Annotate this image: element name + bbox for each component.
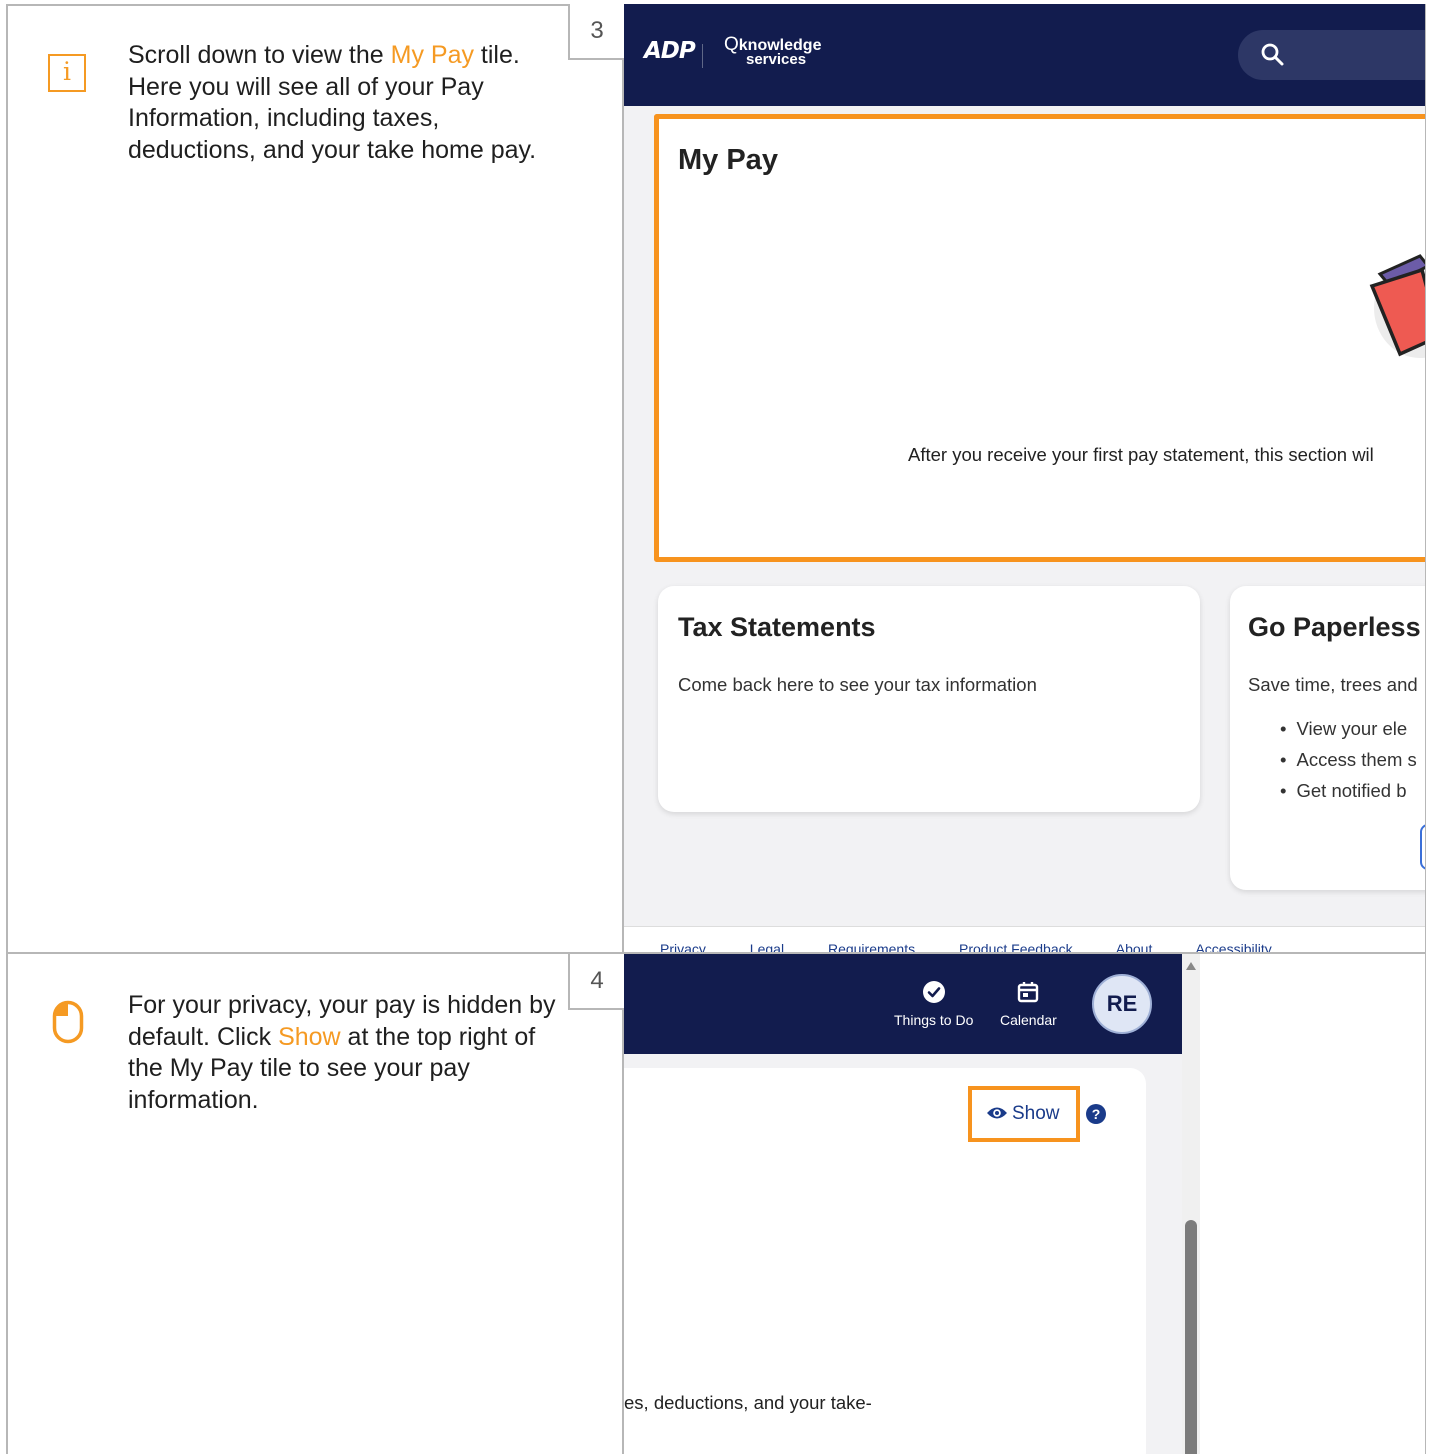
step-4-instruction: For your privacy, your pay is hidden by … [128,990,568,1116]
scrollbar-thumb[interactable] [1185,1220,1197,1454]
eye-icon [987,1107,1007,1119]
list-item: View your ele [1280,718,1417,749]
tax-statements-tile[interactable]: Tax Statements Come back here to see you… [658,586,1200,812]
calendar-icon [1018,982,1039,1003]
instruction-text: Scroll down to view the [128,41,391,69]
avatar[interactable]: RE [1092,974,1152,1034]
footer-link-legal[interactable]: Legal [750,941,784,952]
footer-links: Privacy Legal Requirements Product Feedb… [660,941,1312,952]
logo-letter: Q [724,34,739,55]
footer-link-privacy[interactable]: Privacy [660,941,706,952]
screenshot-step-3: ADP Qknowledge services My Pay After you… [624,4,1425,952]
calendar-button[interactable]: Calendar [1000,980,1057,1028]
logo-subtext: services [746,51,807,68]
knowledge-services-logo: Qknowledge services [724,35,821,68]
step-3-instruction: Scroll down to view the My Pay tile. Her… [128,40,568,166]
show-pay-button[interactable]: Show [968,1086,1080,1142]
step-number: 4 [568,954,624,1010]
help-icon[interactable]: ? [1086,1104,1106,1124]
top-navigation-bar: Things to Do Calendar RE [624,954,1182,1054]
info-icon: i [48,54,86,92]
adp-logo: ADP [644,38,696,64]
show-label: Show [1012,1103,1060,1124]
tax-statements-title: Tax Statements [678,612,876,642]
my-pay-title: My Pay [678,144,778,176]
step-number: 3 [568,4,624,60]
logo-separator [702,44,703,68]
list-item: Get notified b [1280,780,1417,811]
my-pay-message: es, deductions, and your take- [624,1392,872,1413]
wallet-illustration-icon [1369,254,1425,358]
list-item: Access them s [1280,749,1416,780]
my-pay-highlight [654,114,1425,562]
top-navigation-bar: ADP Qknowledge services [624,4,1425,106]
search-bar[interactable] [1238,30,1425,80]
footer: Privacy Legal Requirements Product Feedb… [624,926,1425,952]
go-paperless-body: Save time, trees and [1248,674,1418,695]
screenshot-step-4: Things to Do Calendar RE Show ? es, dedu… [624,954,1425,1454]
vertical-scrollbar[interactable] [1182,954,1200,1454]
footer-link-accessibility[interactable]: Accessibility [1195,941,1271,952]
search-icon [1261,43,1284,66]
go-paperless-bullet-list: View your ele Access them s Get notified… [1280,718,1417,811]
footer-link-about[interactable]: About [1116,941,1153,952]
go-paperless-tile[interactable]: Go Paperless Save time, trees and View y… [1230,586,1425,890]
instruction-highlight: My Pay [390,41,474,69]
nav-label: Things to Do [894,1012,974,1028]
my-pay-message: After you receive your first pay stateme… [908,444,1374,465]
things-to-do-button[interactable]: Things to Do [894,980,973,1028]
mouse-icon [52,1000,84,1044]
nav-label: Calendar [1000,1012,1057,1028]
footer-link-requirements[interactable]: Requirements [828,941,915,952]
scroll-up-icon[interactable] [1186,962,1196,970]
footer-link-product-feedback[interactable]: Product Feedback [959,941,1073,952]
tax-statements-body: Come back here to see your tax informati… [678,674,1037,695]
go-paperless-title: Go Paperless [1248,612,1421,642]
go-paperless-button[interactable] [1420,824,1425,870]
check-circle-icon [922,981,945,1003]
instruction-highlight: Show [278,1022,341,1051]
